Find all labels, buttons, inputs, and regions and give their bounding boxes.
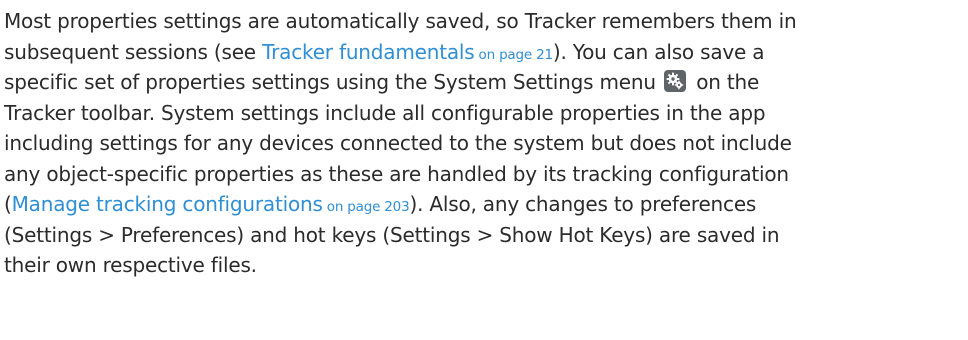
text-segment: any object-specific properties as these … xyxy=(4,161,789,186)
text-segment: subsequent sessions (see xyxy=(4,39,263,64)
text-line-7: (Manage tracking configurations on page … xyxy=(4,189,956,220)
text-segment: (Settings > Preferences) and hot keys (S… xyxy=(4,222,780,247)
system-settings-gear-icon xyxy=(664,70,687,92)
text-line-2: subsequent sessions (see Tracker fundame… xyxy=(4,37,956,68)
text-line-3: specific set of properties settings usin… xyxy=(4,67,956,98)
text-segment: including settings for any devices conne… xyxy=(4,131,792,155)
text-segment: ). Also, any changes to preferences xyxy=(409,192,757,216)
text-line-4: Tracker toolbar. System settings include… xyxy=(4,98,956,129)
document-paragraph: Most properties settings are automatical… xyxy=(4,6,956,281)
page-reference-link[interactable]: on page 21 xyxy=(474,47,554,63)
text-segment: on the xyxy=(696,70,760,94)
text-line-9: their own respective files. xyxy=(4,250,956,281)
text-line-1: Most properties settings are automatical… xyxy=(4,6,956,37)
manage-tracking-configurations-link[interactable]: Manage tracking configurations xyxy=(12,192,323,216)
text-line-5: including settings for any devices conne… xyxy=(4,128,956,159)
text-line-6: any object-specific properties as these … xyxy=(4,159,956,190)
text-segment: Most properties settings are automatical… xyxy=(4,9,797,33)
page-reference-link[interactable]: on page 203 xyxy=(323,199,410,215)
text-segment: Tracker toolbar. System settings include… xyxy=(4,100,766,125)
text-segment: ). You can also save a xyxy=(552,39,765,64)
text-segment: specific set of properties settings usin… xyxy=(4,70,656,94)
text-line-8: (Settings > Preferences) and hot keys (S… xyxy=(4,220,956,251)
text-segment: their own respective files. xyxy=(4,253,257,277)
tracker-fundamentals-link[interactable]: Tracker fundamentals xyxy=(262,40,475,64)
text-segment: ( xyxy=(4,192,12,216)
